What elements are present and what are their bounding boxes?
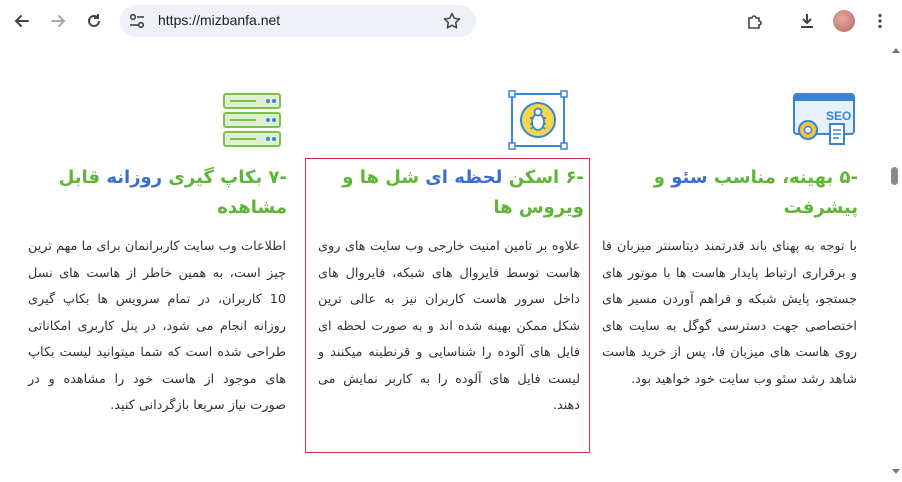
back-icon[interactable] — [8, 7, 36, 35]
download-icon[interactable] — [793, 7, 821, 35]
feature-7-title: -۷ بکاپ گیری روزانه قابل مشاهده — [25, 163, 287, 223]
feature-5-title-part1: بهینه، مناسب — [707, 167, 834, 188]
feature-7-body: اطلاعات وب سایت کاربرانمان برای ما مهم ت… — [28, 239, 286, 413]
svg-text:SEO: SEO — [826, 109, 851, 123]
feature-7-title-part2: روزانه — [106, 167, 163, 188]
star-icon[interactable] — [442, 11, 462, 31]
url-text[interactable]: https://mizbanfa.net — [158, 12, 280, 28]
forward-icon[interactable] — [44, 7, 72, 35]
feature-7-title-part1: بکاپ گیری — [162, 167, 263, 188]
scroll-up-icon[interactable] — [892, 48, 900, 53]
page-scrollbar[interactable] — [890, 42, 902, 482]
feature-5-body: با توجه به پهنای باند قدرتمند دیتاسنتر م… — [602, 239, 857, 387]
feature-5-number: -۵ — [839, 167, 858, 188]
address-bar[interactable]: https://mizbanfa.net — [120, 5, 476, 37]
feature-6-number: -۶ — [565, 167, 584, 188]
feature-6-title: -۶ اسکن لحظه ای شل ها و ویروس ها — [318, 163, 584, 223]
feature-6-title-part1: اسکن — [502, 167, 560, 188]
extensions-icon[interactable] — [741, 7, 769, 35]
feature-6-body: علاوه بر تامین امنیت خارجی وب سایت های ر… — [318, 239, 580, 413]
feature-5-title-part2: سئو — [671, 167, 708, 188]
scroll-down-icon[interactable] — [892, 469, 900, 474]
backup-server-icon — [223, 93, 281, 147]
menu-icon[interactable] — [866, 7, 894, 35]
virus-scan-icon — [508, 90, 568, 150]
avatar[interactable] — [833, 10, 855, 32]
reload-icon[interactable] — [80, 7, 108, 35]
site-settings-icon[interactable] — [128, 12, 146, 30]
feature-7-number: -۷ — [268, 167, 287, 188]
feature-6-title-part2: لحظه ای — [425, 167, 503, 188]
seo-icon: SEO — [793, 93, 855, 145]
browser-toolbar: https://mizbanfa.net — [0, 0, 902, 42]
feature-5-title: -۵ بهینه، مناسب سئو و پیشرفت — [600, 163, 858, 223]
scroll-thumb[interactable] — [891, 167, 898, 185]
